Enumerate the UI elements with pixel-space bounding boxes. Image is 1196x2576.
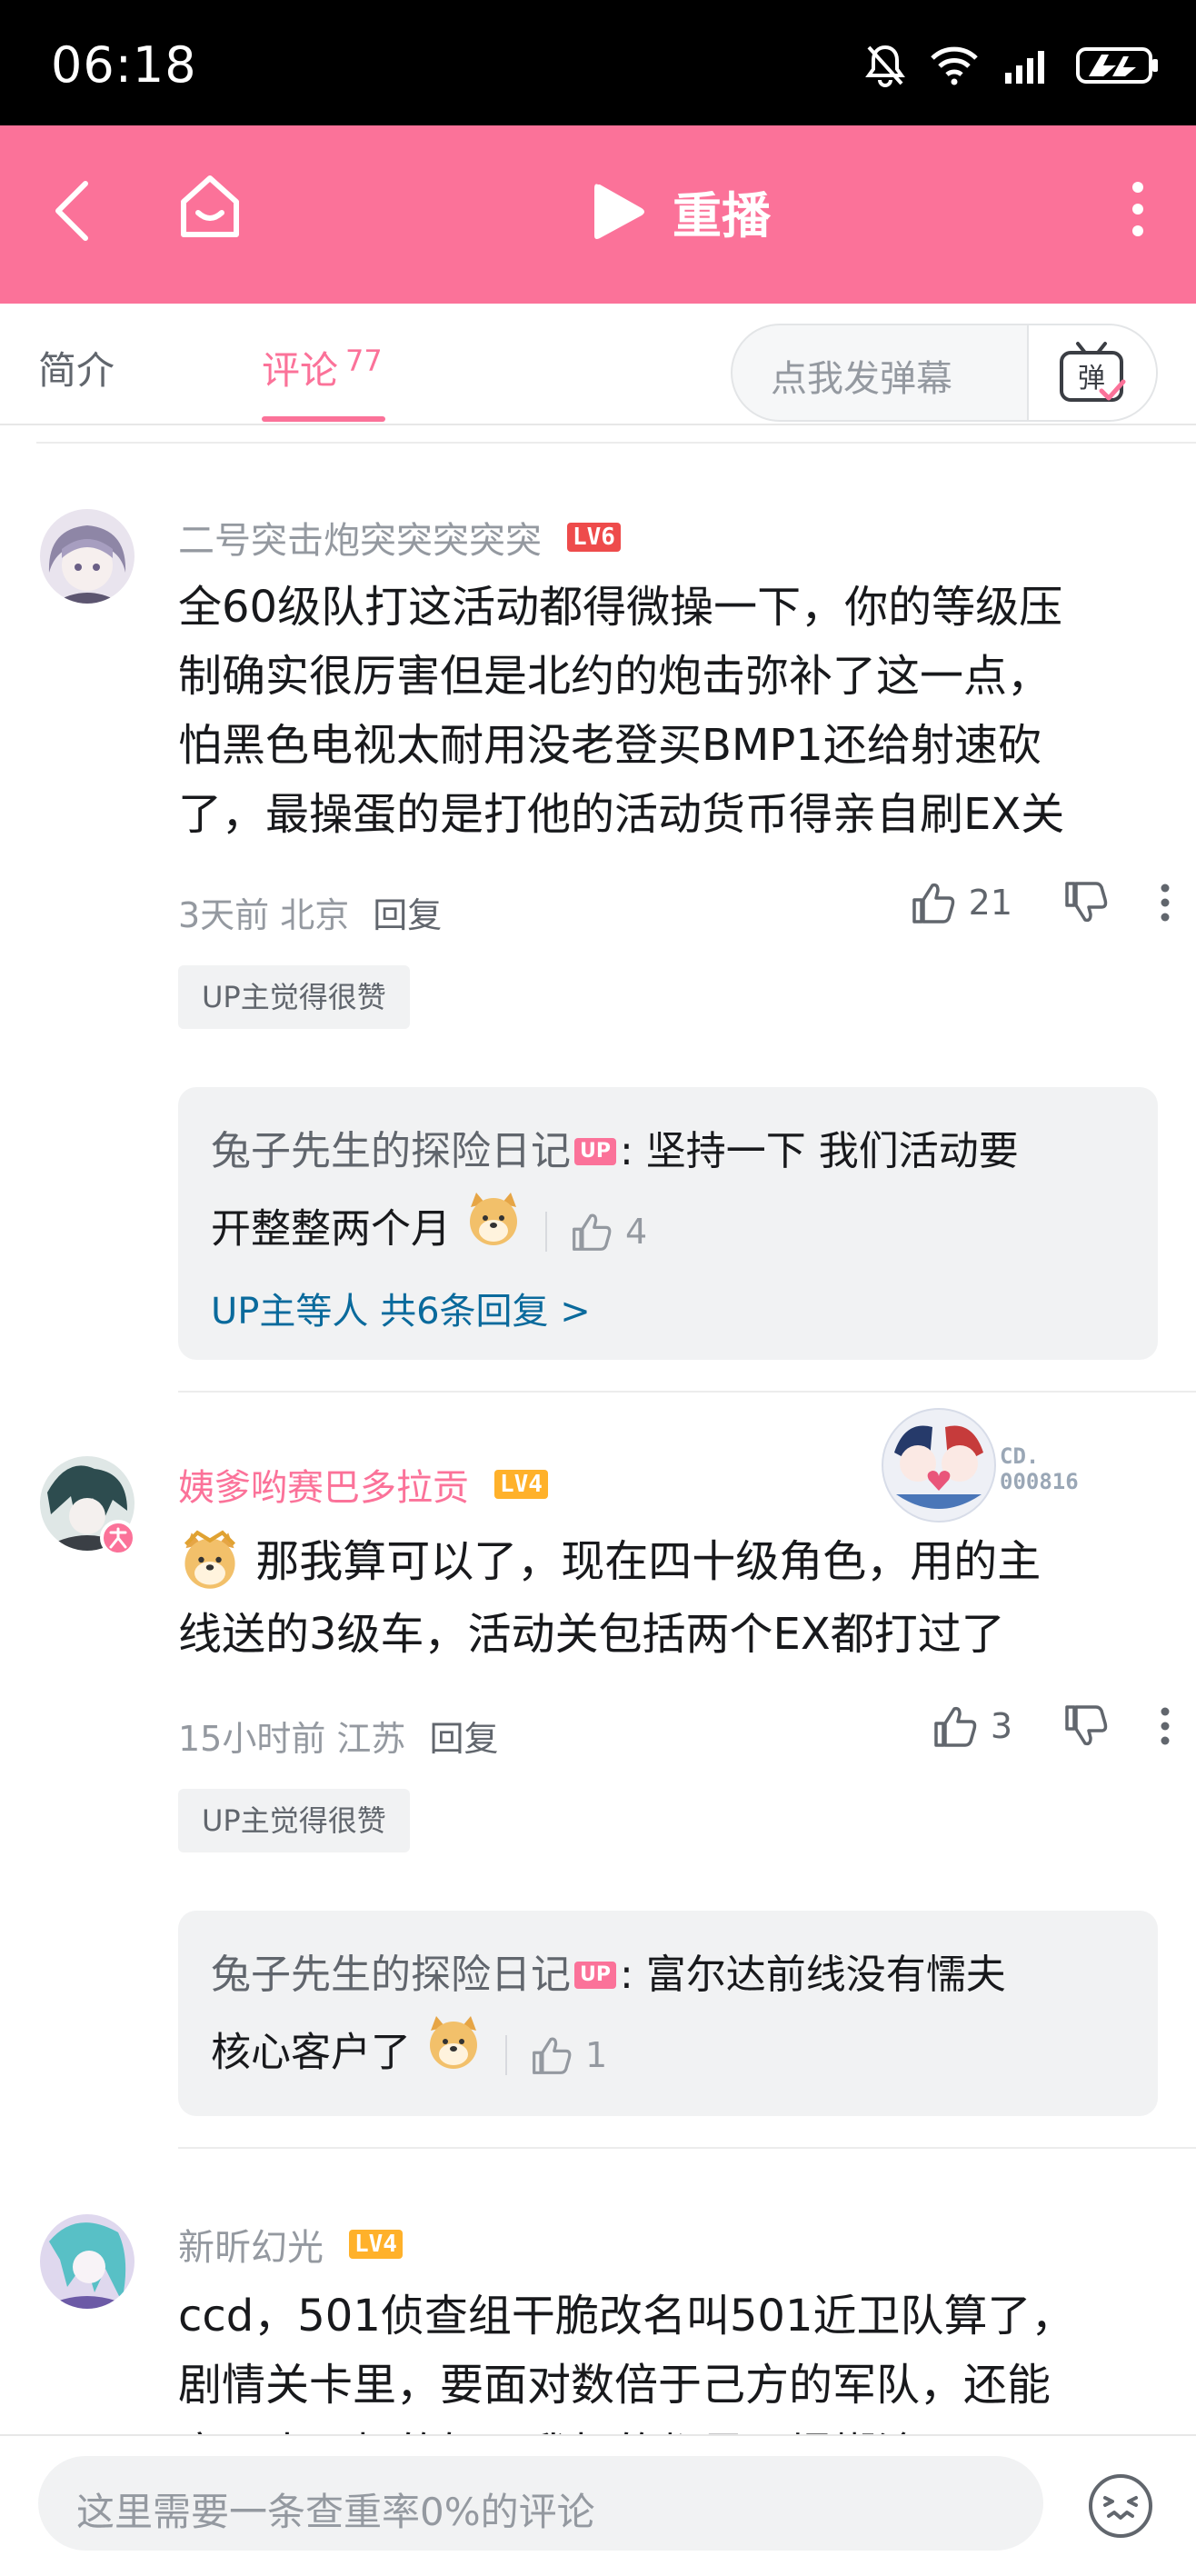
comment-line: 剧情关卡里，要面对数倍于己方的军队，还能 xyxy=(178,2360,1051,2411)
comment-item: 新昕幻光 LV4 ccd，501侦查组干脆改名叫501近卫队算了， 剧情关卡里，要… xyxy=(0,0,1196,2434)
comment-line: 赢下来，打的好，我打的都是一塌糊涂 xyxy=(178,2420,1169,2434)
comment-input-placeholder: 这里需要一条查重率0%的评论 xyxy=(76,2490,595,2534)
emoji-face-icon xyxy=(1089,2474,1152,2538)
comment-username[interactable]: 新昕幻光 LV4 xyxy=(178,2218,403,2271)
comment-input-bar: 这里需要一条查重率0%的评论 xyxy=(0,2434,1196,2576)
comment-input[interactable]: 这里需要一条查重率0%的评论 xyxy=(38,2456,1043,2551)
emoji-button[interactable] xyxy=(1087,2472,1154,2543)
avatar[interactable] xyxy=(40,2214,135,2309)
comment-line: ccd，501侦查组干脆改名叫501近卫队算了， xyxy=(178,2291,1075,2341)
username-text: 新昕幻光 xyxy=(178,2227,324,2269)
comment-text: ccd，501侦查组干脆改名叫501近卫队算了， 剧情关卡里，要面对数倍于己方的… xyxy=(178,2281,1169,2434)
level-badge: LV4 xyxy=(349,2230,403,2259)
